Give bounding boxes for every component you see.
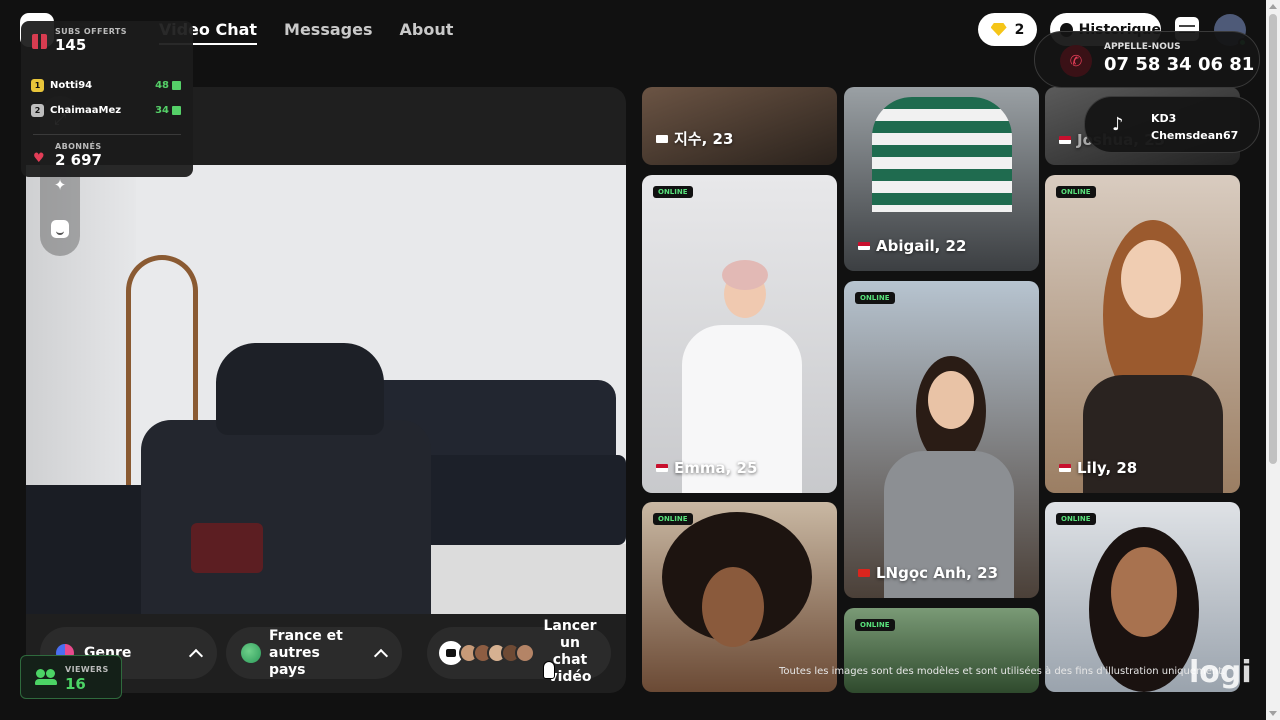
camera-preview xyxy=(26,165,626,614)
face-filter-icon[interactable] xyxy=(51,220,69,238)
figure-head xyxy=(702,567,764,647)
followers-label: ABONNÉS xyxy=(55,142,102,151)
profile-name: Abigail, 22 xyxy=(858,237,966,255)
phone-number: 07 58 34 06 81 xyxy=(1104,54,1255,75)
nav-about[interactable]: About xyxy=(399,20,453,45)
followers-block: ABONNÉS 2 697 xyxy=(55,142,102,169)
chevron-up-icon xyxy=(373,648,389,663)
viewers-label: VIEWERS xyxy=(65,665,109,674)
main-nav: Video Chat Messages About xyxy=(159,20,453,45)
rank-name: ChaimaaMez xyxy=(50,104,122,116)
tiktok-line1: KD3 xyxy=(1151,112,1177,125)
divider xyxy=(33,134,181,135)
flag-icon xyxy=(1059,136,1071,144)
gift-icon xyxy=(172,105,181,115)
user-avatars xyxy=(459,643,535,663)
rank-badge: 2 xyxy=(31,103,44,117)
nav-messages[interactable]: Messages xyxy=(284,20,372,45)
hand-cursor-icon xyxy=(543,661,555,679)
scroll-down-icon[interactable] xyxy=(1269,711,1277,716)
watermark: logi xyxy=(1189,655,1252,690)
flag-icon xyxy=(1059,464,1071,472)
rank-points: 34 xyxy=(155,105,181,116)
chair-headrest xyxy=(216,343,384,435)
scrollbar-thumb[interactable] xyxy=(1269,14,1277,464)
flag-icon xyxy=(858,569,870,577)
gift-icon xyxy=(172,80,181,90)
figure xyxy=(872,97,1012,212)
gems-button[interactable]: 2 xyxy=(978,13,1037,46)
flag-icon xyxy=(858,242,870,250)
profile-card[interactable]: ONLINE xyxy=(844,608,1039,693)
profile-name: 지수, 23 xyxy=(656,128,733,149)
rank-badge: 1 xyxy=(31,78,44,92)
tiktok-icon: ♪ xyxy=(1112,114,1124,135)
online-badge: ONLINE xyxy=(653,513,693,525)
phone-icon: ✆ xyxy=(1060,45,1092,77)
page-scrollbar[interactable] xyxy=(1266,0,1280,720)
flag-icon xyxy=(656,464,668,472)
stats-overlay: SUBS OFFERTS 145 1 Notti94 48 2 ChaimaaM… xyxy=(21,21,193,177)
chevron-up-icon xyxy=(188,648,204,663)
magic-wand-icon[interactable]: ✦ xyxy=(51,176,69,194)
rank-name: Notti94 xyxy=(50,79,93,91)
gems-count: 2 xyxy=(1014,21,1025,38)
profile-card[interactable]: 지수, 23 xyxy=(642,87,837,165)
subs-label: SUBS OFFERTS xyxy=(55,27,127,36)
heart-icon: ♥ xyxy=(33,151,45,166)
profile-card[interactable]: Abigail, 22 xyxy=(844,87,1039,271)
followers-value: 2 697 xyxy=(55,151,102,169)
online-badge: ONLINE xyxy=(855,292,895,304)
video-panel xyxy=(26,87,626,693)
disclaimer-text: Toutes les images sont des modèles et so… xyxy=(779,666,1226,677)
office-chair xyxy=(141,420,431,614)
profile-card[interactable]: ONLINE Emma, 25 xyxy=(642,175,837,493)
globe-icon xyxy=(241,643,261,663)
chair-label xyxy=(191,523,263,573)
tiktok-line2: Chemsdean67 xyxy=(1151,129,1239,142)
profile-name: LNgọc Anh, 23 xyxy=(858,564,998,582)
leaderboard-row: 2 ChaimaaMez 34 xyxy=(31,100,181,120)
flag-icon xyxy=(656,134,668,143)
avatar xyxy=(515,643,535,663)
profile-name: Lily, 28 xyxy=(1059,459,1137,477)
call-us-panel[interactable]: ✆ APPELLE-NOUS 07 58 34 06 81 xyxy=(1034,31,1260,88)
online-badge: ONLINE xyxy=(1056,186,1096,198)
subs-value: 145 xyxy=(55,36,87,54)
figure-head xyxy=(1121,240,1181,318)
figure-head xyxy=(928,371,974,429)
profile-card[interactable]: ONLINE xyxy=(642,502,837,692)
online-badge: ONLINE xyxy=(1056,513,1096,525)
gem-icon xyxy=(990,23,1007,36)
online-badge: ONLINE xyxy=(855,619,895,631)
profile-name: Emma, 25 xyxy=(656,459,757,477)
gift-icon xyxy=(32,34,47,49)
profile-card[interactable]: ONLINE Lily, 28 xyxy=(1045,175,1240,493)
viewers-value: 16 xyxy=(65,675,86,693)
online-badge: ONLINE xyxy=(653,186,693,198)
country-label: France et autres pays xyxy=(269,627,343,678)
scroll-up-icon[interactable] xyxy=(1269,4,1277,9)
leaderboard-row: 1 Notti94 48 xyxy=(31,75,181,95)
profile-card[interactable]: ONLINE LNgọc Anh, 23 xyxy=(844,281,1039,598)
tiktok-panel[interactable]: ♪ KD3 Chemsdean67 xyxy=(1084,96,1260,153)
dark-object xyxy=(26,485,146,614)
rank-points: 48 xyxy=(155,80,181,91)
call-label: APPELLE-NOUS xyxy=(1104,42,1181,52)
hat xyxy=(722,260,768,290)
country-filter-button[interactable]: France et autres pays xyxy=(226,627,402,679)
start-video-chat-button[interactable]: Lancer un chat vidéo xyxy=(427,618,611,685)
figure-head xyxy=(1111,547,1177,637)
users-icon xyxy=(35,669,57,685)
viewers-counter: VIEWERS 16 xyxy=(20,655,122,699)
subs-block: SUBS OFFERTS 145 xyxy=(55,27,127,54)
tiktok-text: KD3 Chemsdean67 xyxy=(1151,110,1238,144)
